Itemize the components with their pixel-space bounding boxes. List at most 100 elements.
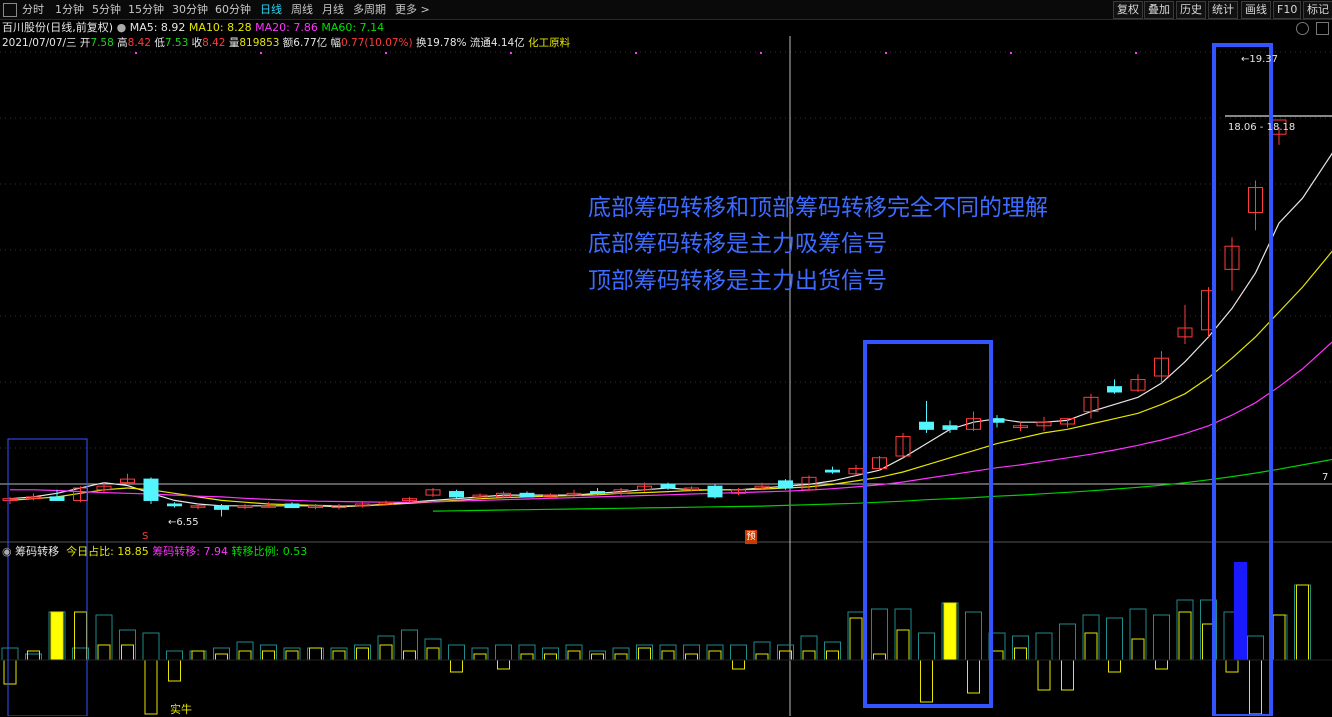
chip-bar-up xyxy=(638,647,651,661)
chip-bar-up xyxy=(755,653,769,661)
indicator-name[interactable]: 筹码转移 xyxy=(15,545,59,558)
chip-outline-bar xyxy=(965,611,982,661)
chip-outline-bar xyxy=(1,647,19,661)
indicator-header: ◉ 筹码转移 今日占比: 18.85 筹码转移: 7.94 转移比例: 0.53 xyxy=(2,545,307,559)
chip-bar-down xyxy=(1225,659,1239,673)
chip-bar-up xyxy=(215,653,228,661)
chip-bar-up xyxy=(1296,584,1309,661)
candle-body xyxy=(519,492,535,498)
high-price-marker: ←19.37 xyxy=(1241,54,1279,65)
chip-indicator xyxy=(0,562,1332,715)
chip-bar-up xyxy=(332,650,346,661)
chip-bar-up xyxy=(567,650,581,661)
s-marker: S xyxy=(142,531,149,542)
chip-bar-up xyxy=(802,650,816,661)
signal-dot xyxy=(385,52,387,54)
candle-body xyxy=(919,421,934,430)
candle-body xyxy=(449,491,464,498)
candle-body xyxy=(707,485,723,498)
today-ratio: 今日占比: 18.85 xyxy=(66,545,149,558)
candle-body xyxy=(143,478,159,501)
chip-bar-up xyxy=(238,650,252,661)
indicator-menu-icon[interactable]: ◉ xyxy=(2,545,12,558)
chip-bar-up xyxy=(97,644,111,661)
chip-bar-down xyxy=(967,659,980,694)
chip-bar-up xyxy=(520,653,534,661)
chip-bar-down xyxy=(168,659,181,682)
right-edge-price: 7 xyxy=(1322,472,1329,483)
candle-body xyxy=(49,496,65,501)
chip-outline-bar xyxy=(166,650,183,661)
chip-bar-up xyxy=(403,650,416,661)
chip-outline-bar xyxy=(448,644,465,661)
chip-bar-up xyxy=(262,650,275,661)
candle-body xyxy=(778,480,793,489)
chip-outline-bar xyxy=(918,632,935,661)
candle-body xyxy=(660,483,676,489)
chip-transfer: 筹码转移: 7.94 xyxy=(152,545,229,558)
chip-bar-up xyxy=(661,650,675,661)
chip-outline-bar xyxy=(1106,617,1123,661)
low-price-marker: ←6.55 xyxy=(168,517,199,528)
signal-dot xyxy=(510,52,512,54)
chip-bar-up xyxy=(943,602,957,661)
chip-outline-bar xyxy=(1153,614,1170,661)
annotation-boxes xyxy=(7,43,1273,716)
chip-bar-down xyxy=(144,659,158,715)
chip-bar-up xyxy=(1084,632,1098,661)
chip-bar-latest xyxy=(1234,562,1247,660)
annotation-line-1: 底部筹码转移和顶部筹码转移完全不同的理解 xyxy=(588,195,1048,221)
chip-bar-up xyxy=(191,650,205,661)
chip-outline-bar xyxy=(1035,632,1053,661)
chip-bar-down xyxy=(920,659,933,703)
signal-dot xyxy=(635,52,637,54)
ma-lines xyxy=(9,152,1332,512)
chip-bar-up xyxy=(544,653,557,661)
price-box-label: 18.06 - 18.18 xyxy=(1228,122,1296,133)
chip-bar-up xyxy=(873,653,886,661)
candle-body xyxy=(167,503,182,507)
signal-dot xyxy=(760,52,762,54)
chip-bar-up xyxy=(356,647,369,661)
bottom-signal-text: 实牛 xyxy=(170,703,192,716)
chip-bar-up xyxy=(1178,611,1192,661)
candle-body xyxy=(284,503,300,509)
high-price-value: 19.37 xyxy=(1249,54,1279,65)
chip-bar-down xyxy=(1108,659,1121,673)
chip-bar-up xyxy=(826,650,839,661)
chip-bar-up xyxy=(896,629,910,661)
signal-dot xyxy=(260,52,262,54)
kline-chart[interactable] xyxy=(0,0,1332,716)
chip-bar-down xyxy=(1037,659,1051,691)
signal-dot xyxy=(1135,52,1137,54)
chip-bar-down xyxy=(1155,659,1168,670)
candle-body xyxy=(214,505,229,510)
chip-bar-up xyxy=(309,647,322,661)
chip-bar-up xyxy=(685,653,698,661)
chip-bar-down xyxy=(1061,659,1074,691)
chip-bar-up xyxy=(426,647,440,661)
chip-outline-bar xyxy=(871,608,888,661)
chip-bar-up xyxy=(50,611,64,661)
chip-outline-bar xyxy=(142,632,160,661)
chip-bar-down xyxy=(1249,659,1262,715)
chip-outline-bar xyxy=(730,644,747,661)
chip-bar-up xyxy=(708,650,722,661)
chip-bar-up xyxy=(285,650,299,661)
chip-bar-down xyxy=(450,659,463,673)
mid-transfer-box xyxy=(863,340,993,708)
signal-dot xyxy=(885,52,887,54)
chip-bar-up xyxy=(379,644,393,661)
candle-body xyxy=(942,425,958,430)
chip-bar-up xyxy=(1014,647,1027,661)
chip-bar-down xyxy=(497,659,510,670)
annotation-line-3: 顶部筹码转移是主力出货信号 xyxy=(588,268,887,294)
chip-bar-up xyxy=(614,653,628,661)
low-price-value: 6.55 xyxy=(176,517,199,528)
annotation-line-2: 底部筹码转移是主力吸筹信号 xyxy=(588,231,887,257)
chip-bar-up xyxy=(591,653,604,661)
chip-bar-up xyxy=(1272,614,1286,661)
chip-bar-up xyxy=(1131,638,1145,661)
chip-bar-up xyxy=(473,653,487,661)
chart-grid xyxy=(0,36,1332,716)
